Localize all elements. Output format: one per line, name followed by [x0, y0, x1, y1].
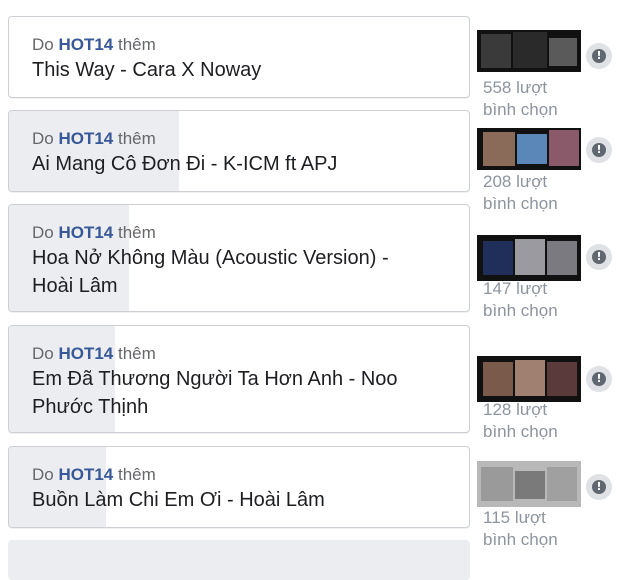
add-option-button[interactable] — [8, 540, 470, 580]
added-by-suffix: thêm — [118, 344, 156, 363]
added-by-prefix: Do — [32, 465, 54, 484]
vote-count-label: bình chọn — [483, 100, 558, 119]
option-title: This Way - Cara X Noway — [32, 59, 262, 81]
vote-count-number: 128 lượt — [483, 400, 548, 419]
added-by-user[interactable]: HOT14 — [58, 465, 113, 484]
exclamation-icon: ! — [592, 480, 606, 494]
added-by-user[interactable]: HOT14 — [58, 129, 113, 148]
option-title: Em Đã Thương Người Ta Hơn Anh - Noo Phướ… — [32, 368, 398, 418]
voter-avatars[interactable] — [477, 356, 581, 402]
added-by-line: Do HOT14 thêm — [32, 128, 469, 150]
exclamation-icon: ! — [592, 143, 606, 157]
vote-count-label: bình chọn — [483, 422, 558, 441]
vote-count[interactable]: 128 lượt bình chọn — [483, 399, 583, 443]
vote-count[interactable]: 208 lượt bình chọn — [483, 171, 583, 215]
voter-avatars[interactable] — [477, 128, 581, 170]
added-by-user[interactable]: HOT14 — [58, 344, 113, 363]
added-by-suffix: thêm — [118, 35, 156, 54]
vote-count-number: 208 lượt — [483, 172, 548, 191]
option-title: Ai Mang Cô Đơn Đi - K-ICM ft APJ — [32, 153, 338, 175]
option-title: Buồn Làm Chi Em Ơi - Hoài Lâm — [32, 489, 325, 511]
exclamation-icon: ! — [592, 250, 606, 264]
added-by-prefix: Do — [32, 35, 54, 54]
poll-option[interactable]: Do HOT14 thêm Buồn Làm Chi Em Ơi - Hoài … — [8, 446, 470, 528]
added-by-suffix: thêm — [118, 223, 156, 242]
added-by-prefix: Do — [32, 129, 54, 148]
poll-option[interactable]: Do HOT14 thêm Em Đã Thương Người Ta Hơn … — [8, 325, 470, 433]
option-title: Hoa Nở Không Màu (Acoustic Version) - Ho… — [32, 247, 389, 297]
voter-avatars[interactable] — [477, 30, 581, 72]
added-by-prefix: Do — [32, 344, 54, 363]
vote-count-number: 147 lượt — [483, 279, 548, 298]
poll-option[interactable]: Do HOT14 thêm Ai Mang Cô Đơn Đi - K-ICM … — [8, 110, 470, 192]
added-by-prefix: Do — [32, 223, 54, 242]
voter-avatars[interactable] — [477, 235, 581, 281]
exclamation-icon: ! — [592, 372, 606, 386]
vote-count-label: bình chọn — [483, 194, 558, 213]
report-button[interactable]: ! — [586, 137, 612, 163]
report-button[interactable]: ! — [586, 43, 612, 69]
added-by-suffix: thêm — [118, 465, 156, 484]
added-by-suffix: thêm — [118, 129, 156, 148]
vote-count-number: 558 lượt — [483, 78, 548, 97]
added-by-line: Do HOT14 thêm — [32, 464, 469, 486]
added-by-line: Do HOT14 thêm — [32, 343, 469, 365]
voter-avatars[interactable] — [477, 461, 581, 507]
added-by-line: Do HOT14 thêm — [32, 222, 469, 244]
poll-option[interactable]: Do HOT14 thêm This Way - Cara X Noway — [8, 16, 470, 98]
exclamation-icon: ! — [592, 49, 606, 63]
poll-option[interactable]: Do HOT14 thêm Hoa Nở Không Màu (Acoustic… — [8, 204, 470, 312]
vote-count[interactable]: 115 lượt bình chọn — [483, 507, 583, 551]
added-by-user[interactable]: HOT14 — [58, 223, 113, 242]
vote-count[interactable]: 147 lượt bình chọn — [483, 278, 583, 322]
added-by-user[interactable]: HOT14 — [58, 35, 113, 54]
vote-count-label: bình chọn — [483, 301, 558, 320]
vote-count-number: 115 lượt — [483, 508, 546, 527]
report-button[interactable]: ! — [586, 366, 612, 392]
added-by-line: Do HOT14 thêm — [32, 34, 469, 56]
vote-count-label: bình chọn — [483, 530, 558, 549]
report-button[interactable]: ! — [586, 244, 612, 270]
vote-count[interactable]: 558 lượt bình chọn — [483, 77, 583, 121]
report-button[interactable]: ! — [586, 474, 612, 500]
